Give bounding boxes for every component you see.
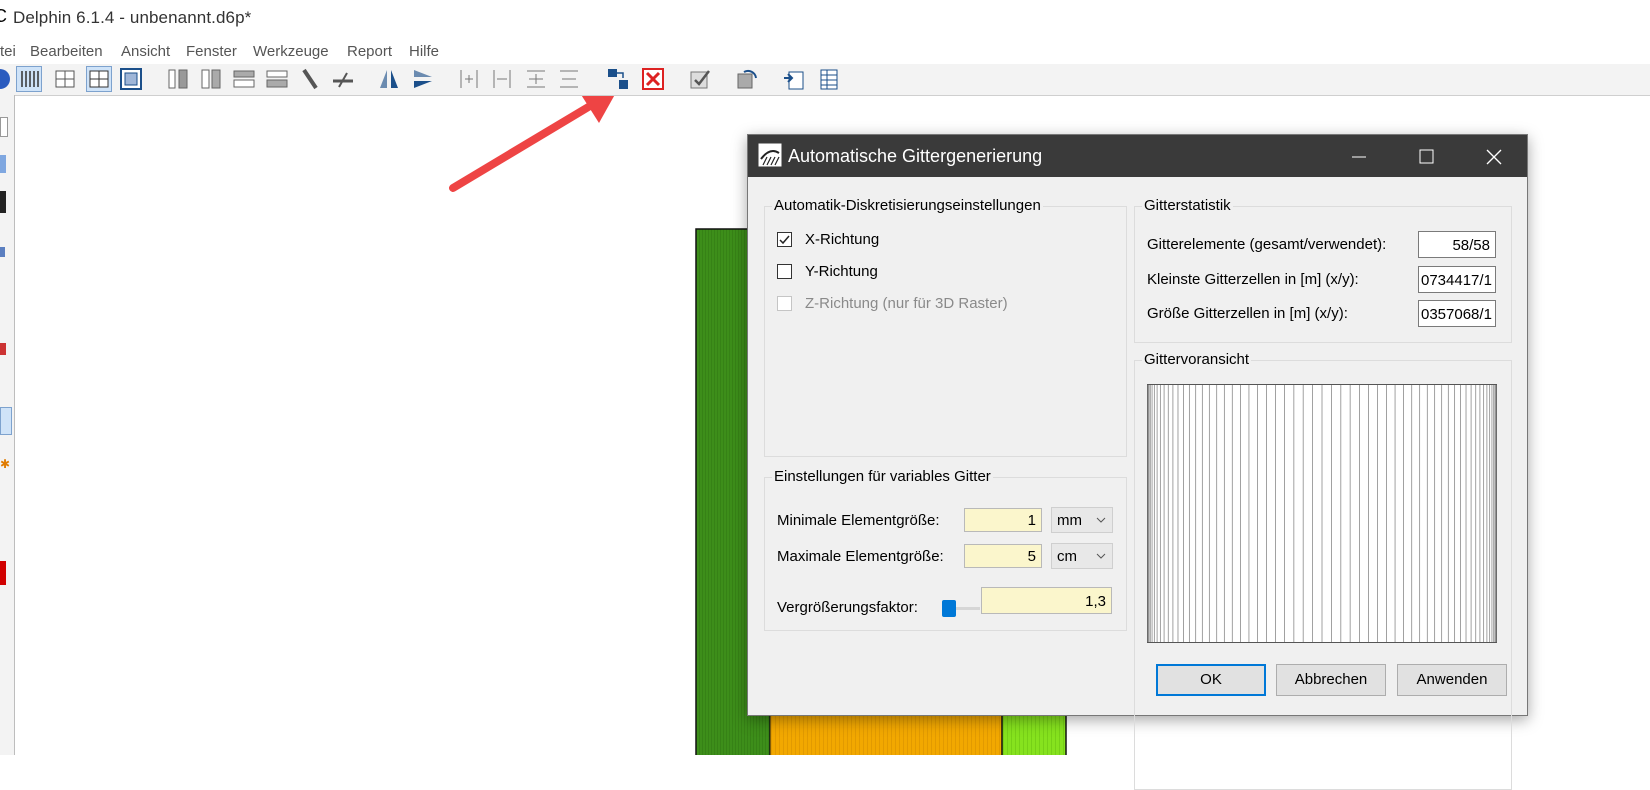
slanted-line-icon[interactable] bbox=[330, 66, 356, 92]
toolbar bbox=[0, 64, 1650, 96]
y-direction-checkbox-box[interactable] bbox=[777, 264, 792, 279]
z-direction-checkbox: Z-Richtung (nur für 3D Raster) bbox=[777, 294, 1077, 316]
table-export-icon[interactable] bbox=[815, 66, 841, 92]
mirror-horizontal-icon[interactable] bbox=[410, 66, 436, 92]
min-element-size-label: Minimale Elementgröße: bbox=[777, 512, 940, 529]
check-icon[interactable] bbox=[687, 66, 713, 92]
x-direction-checkbox[interactable]: X-Richtung bbox=[777, 230, 977, 252]
menu-tools[interactable]: Werkzeuge bbox=[253, 43, 329, 60]
insert-column-icon[interactable] bbox=[456, 66, 482, 92]
red-block-icon[interactable] bbox=[0, 561, 6, 585]
grid-split-icon[interactable] bbox=[52, 66, 78, 92]
export-icon[interactable] bbox=[781, 66, 807, 92]
largest-cells-label: Größe Gitterzellen in [m] (x/y): bbox=[1147, 305, 1348, 322]
grid-select-icon[interactable] bbox=[86, 66, 112, 92]
ok-button[interactable]: OK bbox=[1156, 664, 1266, 696]
min-element-size-unit-select[interactable]: mm bbox=[1051, 507, 1113, 533]
variable-grid-group-title: Einstellungen für variables Gitter bbox=[772, 468, 993, 485]
annotation-arrow bbox=[449, 102, 594, 192]
dialog-app-icon bbox=[758, 143, 782, 167]
dot-icon[interactable] bbox=[0, 247, 5, 257]
growth-factor-label: Vergrößerungsfaktor: bbox=[777, 599, 918, 616]
dialog-title: Automatische Gittergenerierung bbox=[788, 146, 1043, 166]
row-hatch-icon[interactable] bbox=[231, 66, 257, 92]
grid-statistics-group-title: Gitterstatistik bbox=[1142, 197, 1233, 214]
menu-edit[interactable]: Bearbeiten bbox=[30, 43, 103, 60]
auto-discretization-group-title: Automatik-Diskretisierungseinstellungen bbox=[772, 197, 1043, 214]
menu-bar: tei Bearbeiten Ansicht Fenster Werkzeuge… bbox=[0, 40, 1650, 64]
row-merge-icon[interactable] bbox=[264, 66, 290, 92]
mirror-vertical-icon[interactable] bbox=[376, 66, 402, 92]
max-element-size-label: Maximale Elementgröße: bbox=[777, 548, 944, 565]
minimize-button[interactable] bbox=[1325, 135, 1393, 177]
growth-factor-input[interactable]: 1,3 bbox=[981, 587, 1112, 614]
diagonal-line-icon[interactable] bbox=[298, 66, 324, 92]
apply-button[interactable]: Anwenden bbox=[1397, 664, 1507, 696]
column-merge-icon[interactable] bbox=[198, 66, 224, 92]
growth-factor-slider[interactable] bbox=[942, 600, 980, 618]
column-hatch-icon[interactable] bbox=[165, 66, 191, 92]
globe-icon[interactable] bbox=[0, 66, 13, 92]
y-direction-label: Y-Richtung bbox=[805, 263, 878, 280]
min-element-size-input[interactable]: 1 bbox=[964, 508, 1042, 532]
delete-grid-icon[interactable] bbox=[640, 66, 666, 92]
window-titlebar: C Delphin 6.1.4 - unbenannt.d6p* bbox=[0, 0, 1650, 38]
z-direction-label: Z-Richtung (nur für 3D Raster) bbox=[805, 295, 1008, 312]
menu-file[interactable]: tei bbox=[0, 43, 16, 60]
menu-window[interactable]: Fenster bbox=[186, 43, 237, 60]
slider-thumb[interactable] bbox=[942, 600, 956, 617]
smallest-cells-label: Kleinste Gitterzellen in [m] (x/y): bbox=[1147, 271, 1359, 288]
chevron-down-icon bbox=[1096, 517, 1106, 523]
red-marker-icon[interactable] bbox=[0, 343, 6, 355]
grid-elements-label: Gitterelemente (gesamt/verwendet): bbox=[1147, 236, 1387, 253]
grid-preview-group-title: Gittervoransicht bbox=[1142, 351, 1252, 368]
split-rows-icon[interactable] bbox=[523, 66, 549, 92]
cancel-button[interactable]: Abbrechen bbox=[1276, 664, 1386, 696]
close-button[interactable] bbox=[1461, 135, 1529, 177]
y-direction-checkbox[interactable]: Y-Richtung bbox=[777, 262, 977, 284]
max-element-size-unit-select[interactable]: cm bbox=[1051, 543, 1113, 569]
vertical-lines-icon[interactable] bbox=[16, 66, 42, 92]
grid-elements-value: 58/58 bbox=[1418, 231, 1496, 258]
x-direction-checkbox-box[interactable] bbox=[777, 232, 792, 247]
smallest-cells-value: 0734417/1 bbox=[1418, 266, 1496, 293]
max-unit-value: cm bbox=[1057, 548, 1077, 565]
auto-grid-icon[interactable] bbox=[605, 66, 631, 92]
min-unit-value: mm bbox=[1057, 512, 1082, 529]
menu-report[interactable]: Report bbox=[347, 43, 392, 60]
app-logo-icon: C bbox=[0, 6, 7, 26]
auto-grid-dialog: Automatische Gittergenerierung Automatik… bbox=[747, 134, 1528, 790]
shape-icon[interactable] bbox=[0, 155, 6, 173]
split-rows-alt-icon[interactable] bbox=[556, 66, 582, 92]
max-element-size-input[interactable]: 5 bbox=[964, 544, 1042, 568]
maximize-button[interactable] bbox=[1393, 135, 1461, 177]
grid-preview-canvas bbox=[1147, 384, 1497, 643]
document-icon[interactable] bbox=[0, 117, 8, 137]
rotate-icon[interactable] bbox=[734, 66, 760, 92]
x-direction-label: X-Richtung bbox=[805, 231, 880, 248]
chevron-down-icon bbox=[1096, 553, 1106, 559]
z-direction-checkbox-box bbox=[777, 296, 792, 311]
selected-tool-icon[interactable] bbox=[0, 407, 12, 435]
material-icon[interactable] bbox=[0, 191, 6, 213]
sun-icon[interactable]: ✱ bbox=[0, 457, 10, 471]
window-title: Delphin 6.1.4 - unbenannt.d6p* bbox=[13, 8, 252, 27]
dialog-titlebar: Automatische Gittergenerierung bbox=[748, 135, 1527, 177]
menu-help[interactable]: Hilfe bbox=[409, 43, 439, 60]
menu-view[interactable]: Ansicht bbox=[121, 43, 170, 60]
insert-row-icon[interactable] bbox=[489, 66, 515, 92]
largest-cells-value: 0357068/1 bbox=[1418, 300, 1496, 327]
grid-frame-icon[interactable] bbox=[118, 66, 144, 92]
left-toolstrip: ✱ bbox=[0, 95, 15, 755]
